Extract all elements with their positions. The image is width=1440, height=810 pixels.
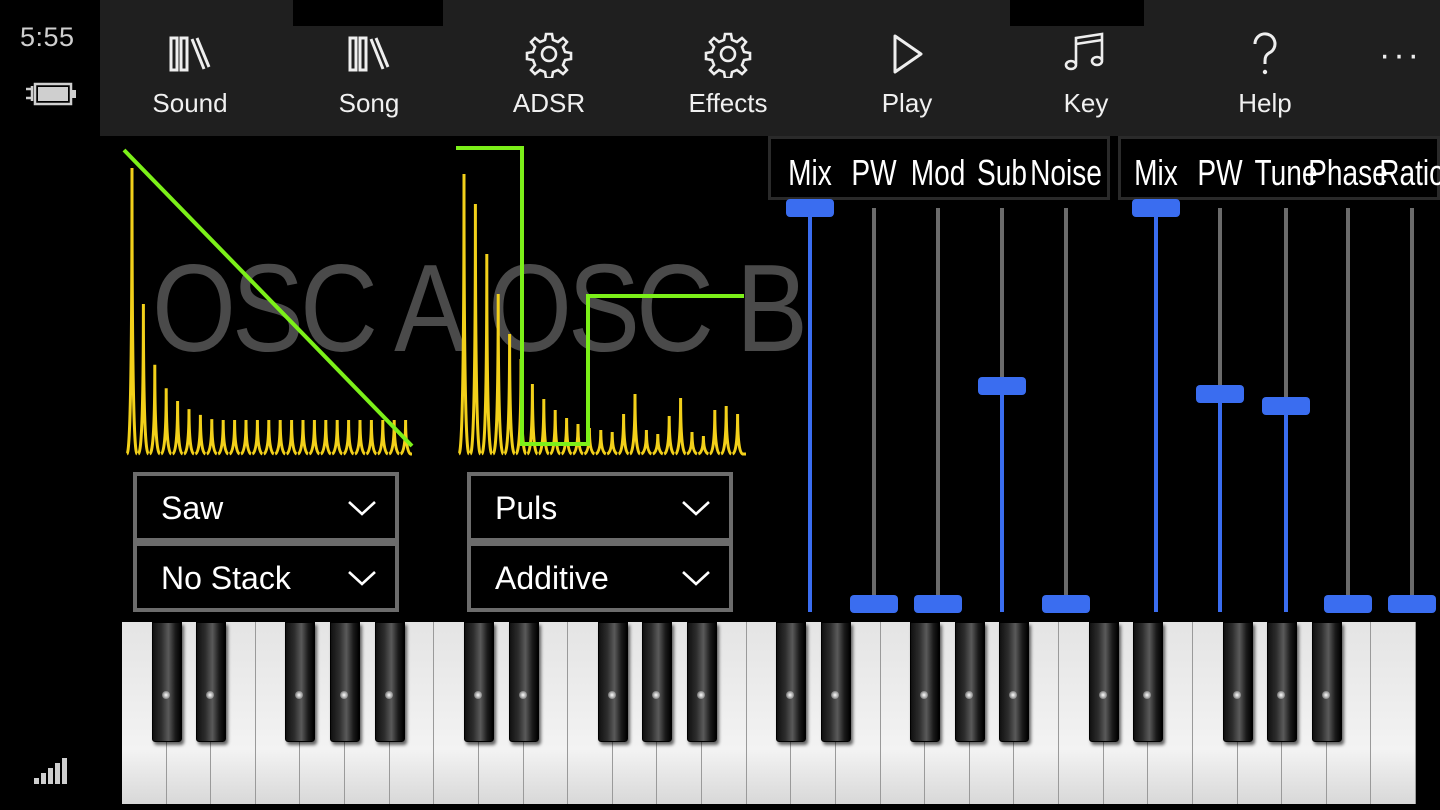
app-bar: Sound Song ADSR Effects Play Key Help ··…: [100, 0, 1440, 136]
redacted-area: [293, 0, 443, 26]
redacted-area: [1010, 0, 1144, 26]
osc-a-pw-slider-track[interactable]: [872, 208, 876, 612]
osc-b-tune-slider-fill: [1284, 406, 1288, 612]
osc-b-pw-slider-fill: [1218, 394, 1222, 612]
osc-b-ratio-slider-thumb[interactable]: [1388, 595, 1436, 613]
chevron-down-icon: [682, 571, 710, 586]
osc-a-stack-dropdown[interactable]: No Stack: [133, 542, 399, 612]
black-key[interactable]: [374, 622, 405, 742]
osc-b-phase-slider-thumb[interactable]: [1324, 595, 1372, 613]
more-options-button[interactable]: ···: [1379, 36, 1422, 75]
sound-button[interactable]: Sound: [125, 24, 255, 134]
help-button[interactable]: Help: [1200, 24, 1330, 134]
osc-a-mix-slider-thumb[interactable]: [786, 199, 834, 217]
gear-icon: [525, 32, 573, 78]
signal-strength-icon: [34, 758, 67, 784]
black-key[interactable]: [151, 622, 182, 742]
osc-a-pw-slider-thumb[interactable]: [850, 595, 898, 613]
osc-b-phase-slider-track[interactable]: [1346, 208, 1350, 612]
osc-b-mix-slider-fill: [1154, 208, 1158, 612]
osc-a-mix-slider-fill: [808, 208, 812, 612]
osc-a-sub-slider-fill: [1000, 386, 1004, 612]
osc-b-tune-slider-thumb[interactable]: [1262, 397, 1310, 415]
black-key[interactable]: [999, 622, 1030, 742]
black-key[interactable]: [196, 622, 227, 742]
osc-a-noise-label: Noise: [1030, 152, 1102, 193]
osc-a-waveform: [122, 148, 414, 456]
black-key[interactable]: [910, 622, 941, 742]
key-button[interactable]: Key: [1021, 24, 1151, 134]
chevron-down-icon: [348, 501, 376, 516]
black-key[interactable]: [1222, 622, 1253, 742]
black-key[interactable]: [820, 622, 851, 742]
play-icon: [893, 34, 923, 74]
clock: 5:55: [20, 22, 75, 52]
black-key[interactable]: [776, 622, 807, 742]
library-icon: [348, 36, 390, 72]
piano-keyboard[interactable]: [122, 622, 1416, 804]
black-key[interactable]: [508, 622, 539, 742]
osc-a-noise-slider-thumb[interactable]: [1042, 595, 1090, 613]
effects-button[interactable]: Effects: [663, 24, 793, 134]
osc-a-sub-slider-thumb[interactable]: [978, 377, 1026, 396]
black-key[interactable]: [463, 622, 494, 742]
osc-a-waveform-dropdown[interactable]: Saw: [133, 472, 399, 542]
osc-a-mod-slider-track[interactable]: [936, 208, 940, 612]
black-key[interactable]: [687, 622, 718, 742]
osc-b-mix-slider-thumb[interactable]: [1132, 199, 1180, 217]
library-icon: [169, 36, 211, 72]
white-key[interactable]: [1371, 622, 1416, 804]
osc-b-pw-slider-thumb[interactable]: [1196, 385, 1244, 404]
osc-a-noise-slider-track[interactable]: [1064, 208, 1068, 612]
black-key[interactable]: [330, 622, 361, 742]
chevron-down-icon: [348, 571, 376, 586]
osc-b-mode-dropdown[interactable]: Additive: [467, 542, 733, 612]
black-key[interactable]: [1133, 622, 1164, 742]
black-key[interactable]: [1311, 622, 1342, 742]
osc-b-waveform-dropdown[interactable]: Puls: [467, 472, 733, 542]
play-button[interactable]: Play: [842, 24, 972, 134]
status-bar: 5:55: [0, 0, 100, 810]
black-key[interactable]: [954, 622, 985, 742]
osc-a-display: OSC A: [120, 140, 466, 462]
black-key[interactable]: [285, 622, 316, 742]
osc-b-waveform: [456, 146, 746, 456]
song-button[interactable]: Song: [304, 24, 434, 134]
black-key[interactable]: [1088, 622, 1119, 742]
battery-icon: [26, 82, 76, 106]
black-key[interactable]: [1267, 622, 1298, 742]
osc-b-ratio-slider-track[interactable]: [1410, 208, 1414, 612]
chevron-down-icon: [682, 501, 710, 516]
osc-a-mod-slider-thumb[interactable]: [914, 595, 962, 613]
question-icon: [1253, 32, 1277, 75]
black-key[interactable]: [597, 622, 628, 742]
osc-b-display: OSC B: [454, 140, 808, 462]
adsr-button[interactable]: ADSR: [484, 24, 614, 134]
black-key[interactable]: [642, 622, 673, 742]
osc-b-ratio-label: Ratio: [1379, 152, 1440, 193]
music-note-icon: [1064, 32, 1104, 71]
gear-icon: [704, 32, 752, 78]
